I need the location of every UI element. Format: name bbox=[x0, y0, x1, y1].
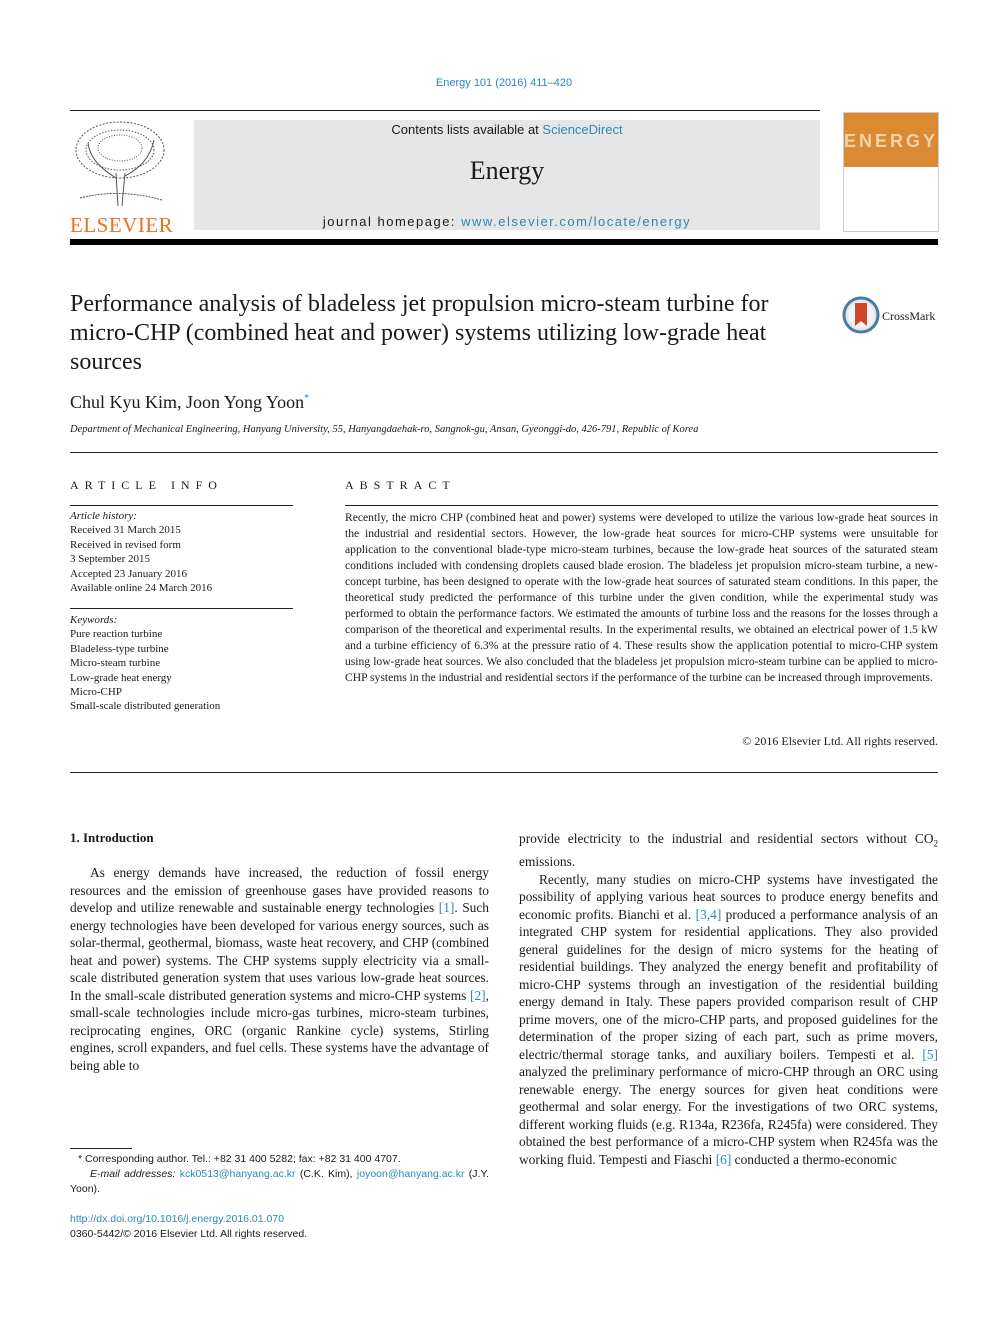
footnote-divider bbox=[70, 1148, 132, 1149]
reference-link[interactable]: [2] bbox=[470, 988, 486, 1003]
history-label: Article history: bbox=[70, 510, 137, 522]
divider bbox=[70, 772, 938, 773]
affiliation: Department of Mechanical Engineering, Ha… bbox=[70, 424, 699, 435]
abstract-copyright: © 2016 Elsevier Ltd. All rights reserved… bbox=[742, 734, 938, 748]
reference-link[interactable]: [6] bbox=[716, 1152, 732, 1167]
divider bbox=[70, 110, 820, 111]
keyword: Low-grade heat energy bbox=[70, 671, 172, 684]
text: emissions. bbox=[519, 854, 576, 870]
email-link[interactable]: joyoon@hanyang.ac.kr bbox=[357, 1168, 465, 1180]
section-heading-introduction: 1. Introduction bbox=[70, 830, 154, 845]
journal-banner: Contents lists available at ScienceDirec… bbox=[194, 120, 820, 230]
footnote: * Corresponding author. Tel.: +82 31 400… bbox=[70, 1152, 489, 1197]
paragraph: As energy demands have increased, the re… bbox=[70, 864, 489, 1074]
email-owner: (C.K. Kim), bbox=[295, 1168, 357, 1180]
text: conducted a thermo-economic bbox=[731, 1151, 897, 1167]
article-title: Performance analysis of bladeless jet pr… bbox=[70, 291, 769, 375]
history-item: Received 31 March 2015 bbox=[70, 524, 181, 537]
cover-band: ENERGY bbox=[844, 113, 938, 167]
keyword: Pure reaction turbine bbox=[70, 628, 163, 641]
authors: Chul Kyu Kim, Joon Yong Yoon bbox=[70, 392, 305, 412]
corresponding-author-mark[interactable]: * bbox=[304, 393, 309, 404]
cover-title: ENERGY bbox=[844, 131, 939, 151]
crossmark-label: CrossMark bbox=[882, 309, 936, 323]
keywords: Keywords: Pure reaction turbine Bladeles… bbox=[70, 613, 300, 714]
text: provide electricity to the industrial an… bbox=[519, 831, 934, 846]
article-info-heading: ARTICLE INFO bbox=[70, 478, 223, 492]
cover-footer bbox=[844, 218, 938, 223]
body-column-right: provide electricity to the industrial an… bbox=[519, 830, 938, 1168]
contents-line: Contents lists available at ScienceDirec… bbox=[194, 122, 820, 137]
history-item: Accepted 23 January 2016 bbox=[70, 567, 187, 580]
journal-citation[interactable]: Energy 101 (2016) 411–420 bbox=[0, 77, 992, 89]
divider bbox=[345, 505, 938, 506]
contents-prefix: Contents lists available at bbox=[391, 122, 543, 137]
crossmark-icon bbox=[842, 296, 880, 334]
paragraph: provide electricity to the industrial an… bbox=[519, 830, 938, 871]
reference-link[interactable]: [1] bbox=[439, 900, 455, 915]
history-item: Received in revised form bbox=[70, 538, 181, 551]
reference-link[interactable]: [3,4] bbox=[696, 907, 722, 922]
divider bbox=[70, 505, 293, 506]
text: produced a performance analysis of an in… bbox=[519, 906, 938, 1062]
abstract-heading: ABSTRACT bbox=[345, 478, 456, 492]
email-link[interactable]: kck0513@hanyang.ac.kr bbox=[180, 1168, 296, 1180]
journal-name: Energy bbox=[469, 156, 545, 185]
keyword: Small-scale distributed generation bbox=[70, 700, 221, 713]
elsevier-wordmark: ELSEVIER bbox=[70, 213, 174, 237]
text: As energy demands have increased, the re… bbox=[70, 865, 489, 915]
history-item: 3 September 2015 bbox=[70, 553, 151, 566]
subscript: 2 bbox=[933, 838, 939, 849]
citation-link[interactable]: Energy 101 (2016) 411–420 bbox=[436, 77, 572, 89]
author-list: Chul Kyu Kim, Joon Yong Yoon* bbox=[70, 392, 309, 413]
body-column-left: As energy demands have increased, the re… bbox=[70, 864, 489, 1074]
homepage-link[interactable]: www.elsevier.com/locate/energy bbox=[461, 214, 691, 229]
journal-cover-thumbnail[interactable]: ENERGY bbox=[843, 112, 939, 232]
sciencedirect-link[interactable]: ScienceDirect bbox=[542, 122, 622, 137]
keyword: Micro-steam turbine bbox=[70, 657, 161, 670]
email-label: E-mail addresses: bbox=[90, 1168, 176, 1180]
corresponding-author-note: * Corresponding author. Tel.: +82 31 400… bbox=[78, 1153, 401, 1165]
elsevier-logo[interactable]: ELSEVIER bbox=[70, 118, 174, 237]
keywords-label: Keywords: bbox=[70, 614, 118, 626]
history-item: Available online 24 March 2016 bbox=[70, 582, 213, 595]
abstract-text: Recently, the micro CHP (combined heat a… bbox=[345, 511, 938, 684]
divider bbox=[70, 608, 293, 609]
crossmark-button[interactable]: CrossMark bbox=[842, 296, 942, 336]
homepage-line: journal homepage: www.elsevier.com/locat… bbox=[194, 214, 820, 229]
paragraph: Recently, many studies on micro-CHP syst… bbox=[519, 871, 938, 1169]
text: . Such energy technologies have been dev… bbox=[70, 900, 490, 1003]
doi-link[interactable]: http://dx.doi.org/10.1016/j.energy.2016.… bbox=[70, 1213, 284, 1225]
divider bbox=[70, 452, 938, 453]
keyword: Bladeless-type turbine bbox=[70, 642, 169, 655]
keyword: Micro-CHP bbox=[70, 686, 122, 699]
homepage-prefix: journal homepage: bbox=[322, 214, 462, 229]
header-divider bbox=[70, 239, 938, 245]
doi-block: http://dx.doi.org/10.1016/j.energy.2016.… bbox=[70, 1212, 307, 1242]
elsevier-tree-icon bbox=[75, 121, 165, 207]
reference-link[interactable]: [5] bbox=[922, 1047, 938, 1062]
article-history: Article history: Received 31 March 2015 … bbox=[70, 509, 300, 595]
issn-copyright: 0360-5442/© 2016 Elsevier Ltd. All right… bbox=[70, 1228, 308, 1240]
